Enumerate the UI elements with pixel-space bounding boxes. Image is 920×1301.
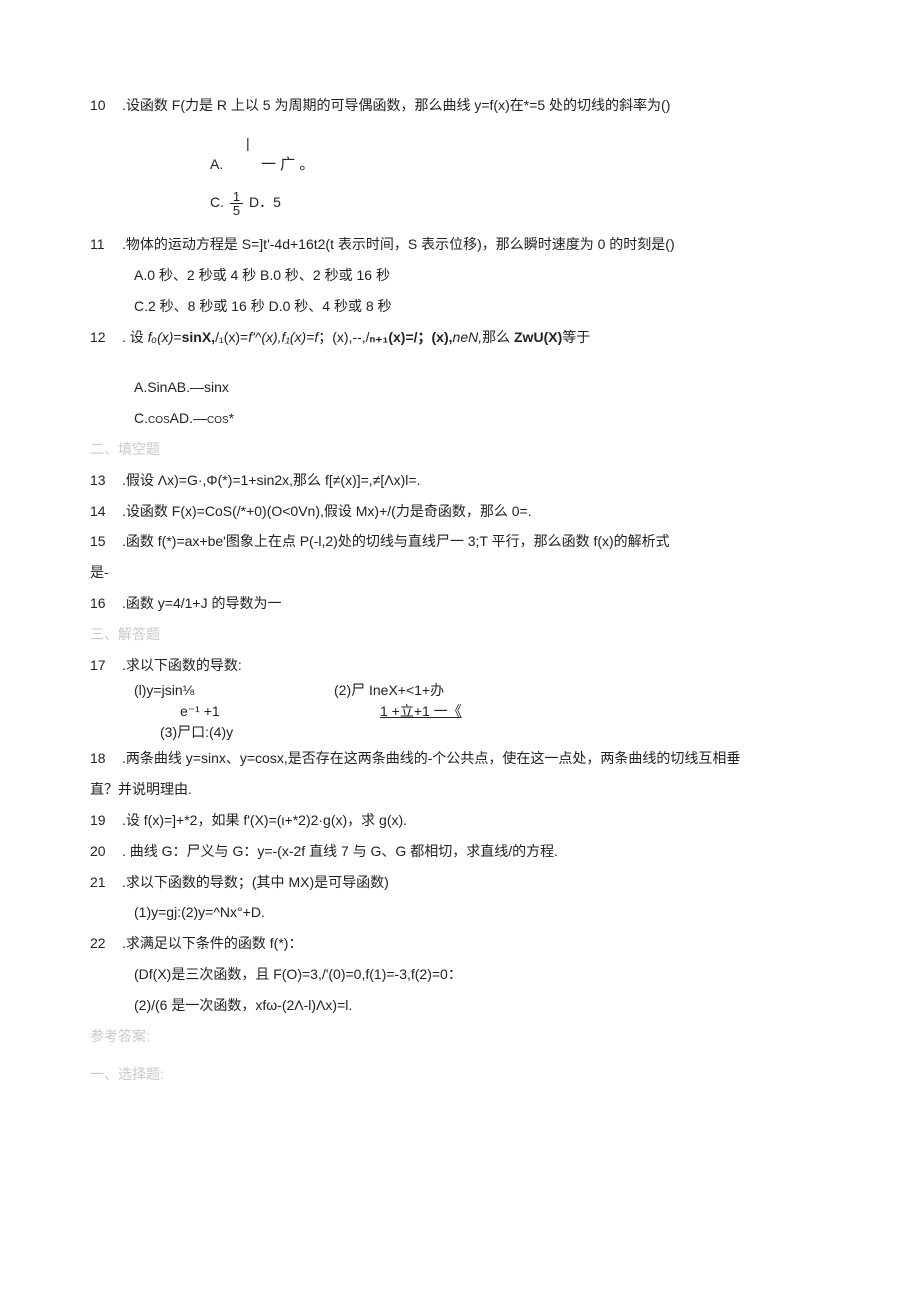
document-page: 10 .设函数 F(力是 R 上以 5 为周期的可导偶函数，那么曲线 y=f(x… xyxy=(0,0,920,1301)
q16-text: .函数 y=4/1+J 的导数为一 xyxy=(122,588,281,619)
question-22: 22 .求满足以下条件的函数 f(*)： xyxy=(90,928,830,959)
q10-optA: A. 一 广 。 xyxy=(210,154,830,177)
q14-num: 14 xyxy=(90,496,122,527)
q17-equations: (l)y=jsin⅛ (2)尸 IneX+<1+办 e⁻¹ +1 1 +立+1 … xyxy=(90,680,830,743)
q10-text: .设函数 F(力是 R 上以 5 为周期的可导偶函数，那么曲线 y=f(x)在*… xyxy=(122,90,670,121)
q17-l2c1: e⁻¹ +1 xyxy=(134,701,380,722)
question-21: 21 .求以下函数的导数；(其中 MX)是可导函数) xyxy=(90,867,830,898)
section-solve: 三、解答题 xyxy=(90,619,830,650)
q18-text: .两条曲线 y=sinx、y=cosx,是否存在这两条曲线的-个公共点，使在这一… xyxy=(122,743,740,774)
section-fill-blank: 二、填空题 xyxy=(90,434,830,465)
q10-optA-vertbar: | xyxy=(210,133,830,154)
q11-optAB: A.0 秒、2 秒或 4 秒 B.0 秒、2 秒或 16 秒 xyxy=(90,260,830,291)
q17-l1c2: (2)尸 IneX+<1+办 xyxy=(334,680,444,701)
q10-num: 10 xyxy=(90,90,122,121)
q12-num: 12 xyxy=(90,322,122,353)
q22-num: 22 xyxy=(90,928,122,959)
q10-options: | A. 一 广 。 C. 15 D．5 xyxy=(90,133,830,218)
q16-num: 16 xyxy=(90,588,122,619)
q10-optA-label: A. xyxy=(210,156,223,172)
question-14: 14 .设函数 F(x)=CoS(/*+0)(O<0Vn),假设 Mx)+/(力… xyxy=(90,496,830,527)
q17-l3: (3)尸口:(4)y xyxy=(134,722,830,743)
q18-num: 18 xyxy=(90,743,122,774)
q22-l2: (2)/(6 是一次函数，xfω-(2Λ-l)Λx)=l. xyxy=(90,990,830,1021)
q12-optCD: C.cosAD.—cos* xyxy=(90,403,830,434)
q15-cont: 是- xyxy=(90,557,830,588)
section-choice-answers: 一、选择题: xyxy=(90,1059,830,1090)
q18-cont: 直？并说明理由. xyxy=(90,774,830,805)
q13-num: 13 xyxy=(90,465,122,496)
q10-optCD: C. 15 D．5 xyxy=(210,190,830,217)
question-18: 18 .两条曲线 y=sinx、y=cosx,是否存在这两条曲线的-个公共点，使… xyxy=(90,743,830,774)
question-20: 20 . 曲线 G：尸义与 G：y=-(x-2f 直线 7 与 G、G 都相切，… xyxy=(90,836,830,867)
q20-num: 20 xyxy=(90,836,122,867)
question-17: 17 .求以下函数的导数: xyxy=(90,650,830,681)
q21-text: .求以下函数的导数；(其中 MX)是可导函数) xyxy=(122,867,389,898)
q17-num: 17 xyxy=(90,650,122,681)
q12-text: . 设 fₒ(x)=sinX,/₁(x)=f'^(x),f₁(x)=f；(x),… xyxy=(122,322,590,353)
q10-optA-symbol: 一 广 。 xyxy=(261,154,314,177)
q19-num: 19 xyxy=(90,805,122,836)
q12-optAB: A.SinAB.—sinx xyxy=(90,372,830,403)
q21-num: 21 xyxy=(90,867,122,898)
q15-num: 15 xyxy=(90,526,122,557)
q19-text: .设 f(x)=]+*2，如果 f'(X)=(ι+*2)2·g(x)，求 g(x… xyxy=(122,805,407,836)
fraction-icon: 15 xyxy=(230,190,243,217)
q21-sub: (1)y=gj:(2)y=^Nx°+D. xyxy=(90,897,830,928)
question-11: 11 .物体的运动方程是 S=]t'-4d+16t2(t 表示时间，S 表示位移… xyxy=(90,229,830,260)
q13-text: .假设 Λx)=G·,Φ(*)=1+sin2x,那么 f[≠(x)]=,≠[Λx… xyxy=(122,465,420,496)
q22-l1: (Df(X)是三次函数，且 F(O)=3,/'(0)=0,f(1)=-3,f(2… xyxy=(90,959,830,990)
question-15: 15 .函数 f(*)=ax+be'图象上在点 P(-l,2)处的切线与直线尸一… xyxy=(90,526,830,557)
question-13: 13 .假设 Λx)=G·,Φ(*)=1+sin2x,那么 f[≠(x)]=,≠… xyxy=(90,465,830,496)
question-12: 12 . 设 fₒ(x)=sinX,/₁(x)=f'^(x),f₁(x)=f；(… xyxy=(90,322,830,353)
q20-text: . 曲线 G：尸义与 G：y=-(x-2f 直线 7 与 G、G 都相切，求直线… xyxy=(122,836,558,867)
q11-text: .物体的运动方程是 S=]t'-4d+16t2(t 表示时间，S 表示位移)，那… xyxy=(122,229,675,260)
q17-l1c1: (l)y=jsin⅛ xyxy=(134,680,334,701)
q14-text: .设函数 F(x)=CoS(/*+0)(O<0Vn),假设 Mx)+/(力是奇函… xyxy=(122,496,532,527)
question-10: 10 .设函数 F(力是 R 上以 5 为周期的可导偶函数，那么曲线 y=f(x… xyxy=(90,90,830,121)
q15-text: .函数 f(*)=ax+be'图象上在点 P(-l,2)处的切线与直线尸一 3;… xyxy=(122,526,670,557)
q10-optC-label: C. xyxy=(210,195,224,211)
q17-l2c2: 1 +立+1 一《 xyxy=(380,701,462,722)
q10-optD: D．5 xyxy=(249,195,281,211)
q11-num: 11 xyxy=(90,229,122,260)
q17-text: .求以下函数的导数: xyxy=(122,650,242,681)
q22-text: .求满足以下条件的函数 f(*)： xyxy=(122,928,302,959)
q11-optCD: C.2 秒、8 秒或 16 秒 D.0 秒、4 秒或 8 秒 xyxy=(90,291,830,322)
question-16: 16 .函数 y=4/1+J 的导数为一 xyxy=(90,588,830,619)
answers-heading: 参考答案: xyxy=(90,1021,830,1052)
question-19: 19 .设 f(x)=]+*2，如果 f'(X)=(ι+*2)2·g(x)，求 … xyxy=(90,805,830,836)
